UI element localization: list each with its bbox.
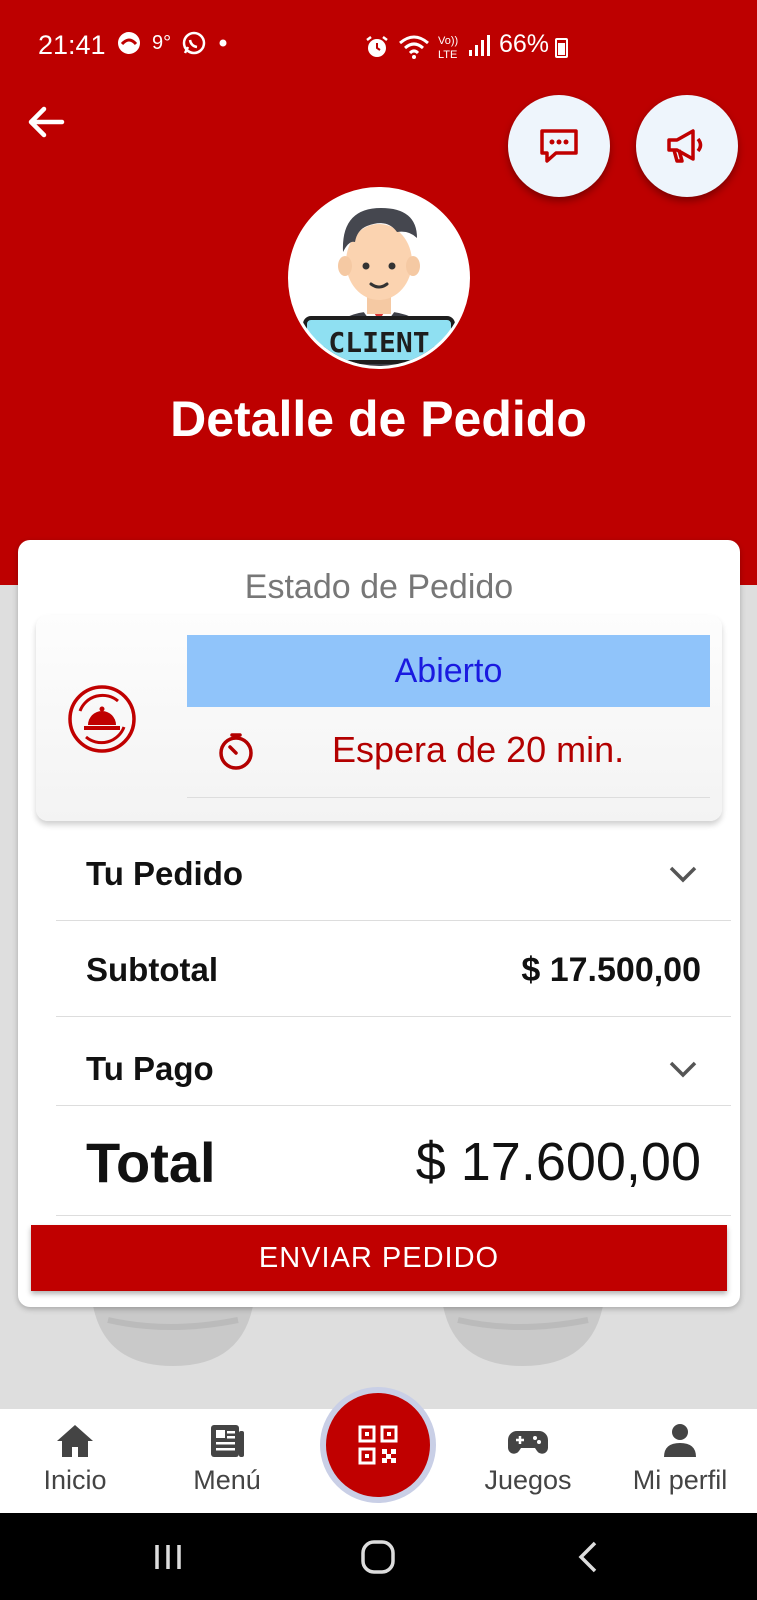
subtotal-label: Subtotal — [86, 951, 218, 988]
total-row: Total $ 17.600,00 — [56, 1112, 731, 1212]
payment-row[interactable]: Tu Pago — [56, 1028, 731, 1110]
chevron-down-icon[interactable] — [665, 856, 701, 892]
menu-book-icon — [211, 1425, 244, 1457]
nav-item-juegos[interactable]: Juegos — [463, 1423, 593, 1496]
order-label: Tu Pedido — [86, 855, 244, 892]
home-icon — [57, 1425, 93, 1457]
dot-icon — [219, 39, 227, 47]
samsung-app-icon — [118, 32, 140, 54]
status-divider — [187, 797, 710, 798]
chevron-down-icon[interactable] — [665, 1051, 701, 1087]
gamepad-icon — [508, 1431, 548, 1454]
divider — [56, 1105, 731, 1106]
page-title: Detalle de Pedido — [170, 391, 587, 447]
order-status-box: Abierto Espera de 20 min. — [36, 615, 722, 821]
recent-apps-icon[interactable] — [143, 1535, 193, 1579]
android-navigation-bar — [0, 1513, 757, 1600]
avatar-label: CLIENT — [328, 326, 429, 359]
payment-label: Tu Pago — [86, 1050, 214, 1087]
nav-item-inicio[interactable]: Inicio — [10, 1423, 140, 1496]
status-temperature: 9° — [152, 31, 172, 54]
nav-label-mi-perfil: Mi perfil — [632, 1465, 728, 1495]
back-button[interactable] — [22, 98, 70, 146]
qr-code-icon — [358, 1425, 398, 1465]
megaphone-button[interactable] — [636, 95, 738, 197]
nav-label-menu: Menú — [193, 1465, 261, 1495]
svg-text:Vo)): Vo)) — [438, 35, 458, 47]
subtotal-row: Subtotal $ 17.500,00 — [56, 930, 731, 1010]
order-status-label: Estado de Pedido — [244, 568, 514, 606]
status-battery-text: 66% — [499, 30, 550, 58]
alarm-icon — [366, 36, 388, 57]
arrow-left-icon — [28, 106, 65, 138]
nav-item-mi-perfil[interactable]: Mi perfil — [615, 1423, 745, 1496]
volte-icon: Vo)) LTE — [438, 35, 458, 61]
order-status-badge: Abierto — [187, 635, 710, 707]
food-service-refresh-icon — [68, 685, 136, 753]
divider — [56, 1016, 731, 1017]
order-row[interactable]: Tu Pedido — [56, 843, 731, 905]
nav-item-menu[interactable]: Menú — [162, 1423, 292, 1496]
status-left-icons: 9° — [116, 30, 229, 56]
whatsapp-icon — [182, 31, 206, 55]
status-time: 21:41 — [38, 30, 106, 60]
qr-scan-button[interactable] — [320, 1387, 436, 1503]
home-button-icon[interactable] — [353, 1535, 403, 1579]
person-icon — [664, 1424, 696, 1457]
wait-time-text: Espera de 20 min. — [332, 729, 625, 770]
chat-button[interactable] — [508, 95, 610, 197]
back-nav-icon[interactable] — [565, 1535, 615, 1579]
divider — [56, 920, 731, 921]
client-avatar: CLIENT — [288, 187, 470, 369]
divider — [56, 1215, 731, 1216]
total-value: $ 17.600,00 — [415, 1132, 701, 1192]
order-detail-card: Estado de Pedido Abierto Espera de 20 mi… — [18, 540, 740, 1307]
client-avatar-illustration: CLIENT — [291, 190, 467, 366]
nav-label-inicio: Inicio — [43, 1465, 107, 1495]
megaphone-icon — [667, 129, 703, 163]
svg-text:LTE: LTE — [438, 49, 457, 61]
status-bar: 21:41 9° Vo)) LTE 66% — [0, 0, 757, 92]
subtotal-value: $ 17.500,00 — [521, 950, 701, 989]
signal-icon — [469, 35, 490, 56]
battery-icon — [555, 38, 568, 58]
send-order-button[interactable]: ENVIAR PEDIDO — [31, 1225, 727, 1291]
total-label: Total — [86, 1130, 216, 1194]
nav-label-juegos: Juegos — [484, 1465, 572, 1495]
chat-bubble-icon — [540, 129, 578, 163]
wifi-icon — [399, 35, 429, 59]
timer-icon — [219, 733, 253, 770]
